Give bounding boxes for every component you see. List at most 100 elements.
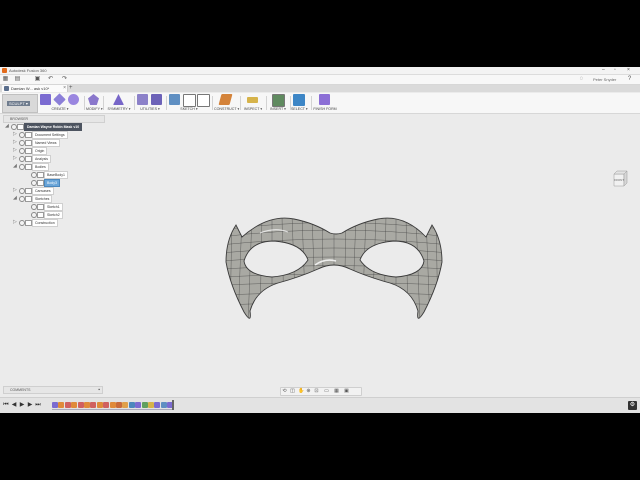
browser-node-label[interactable]: BaseBody1 [44, 171, 68, 179]
browser-node-label[interactable]: Body3 [44, 179, 60, 187]
play-icon[interactable]: ▶ [19, 402, 25, 408]
timeline-feature-icon[interactable] [135, 402, 142, 408]
construct-menu-label[interactable]: CONSTRUCT ▾ [214, 107, 239, 111]
browser-header[interactable]: BROWSER [3, 115, 105, 123]
browser-node-label[interactable]: Analysis [32, 155, 52, 163]
timeline-feature-icon[interactable] [64, 402, 71, 408]
expand-triangle-icon[interactable]: ▷ [13, 155, 17, 161]
browser-node-label[interactable]: Sketch2 [44, 211, 63, 219]
sketch-group[interactable]: SKETCH ▾ [168, 94, 210, 112]
orbit-icon[interactable]: ⟲ [282, 389, 287, 394]
browser-node-label[interactable]: Construction [32, 219, 58, 227]
utilities-group[interactable]: UTILITIES ▾ [136, 94, 164, 112]
inspect-measure-icon[interactable] [247, 97, 258, 103]
timeline-feature-icon[interactable] [103, 402, 110, 408]
select-group[interactable]: SELECT ▾ [291, 94, 308, 112]
timeline-feature-icon[interactable] [141, 402, 148, 408]
inspect-menu-label[interactable]: INSPECT ▾ [242, 107, 264, 111]
zoom-icon[interactable]: ⊕ [306, 389, 311, 394]
expand-triangle-icon[interactable]: ▷ [13, 139, 17, 145]
finish-form-group[interactable]: FINISH FORM [313, 94, 337, 112]
timeline-feature-icon[interactable] [71, 402, 78, 408]
add-comment-icon[interactable]: ▪ [98, 387, 100, 393]
insert-menu-label[interactable]: INSERT ▾ [268, 107, 288, 111]
viewport-canvas[interactable] [110, 115, 600, 413]
timeline-feature-icon[interactable] [116, 402, 122, 408]
save-icon[interactable]: ▣ [34, 76, 41, 83]
timeline-feature-icon[interactable] [58, 402, 65, 408]
expand-triangle-icon[interactable]: ▷ [13, 187, 17, 193]
select-cursor-icon[interactable] [293, 94, 305, 106]
expand-triangle-icon[interactable]: ▷ [13, 219, 17, 225]
browser-node-label[interactable]: Origin [32, 147, 48, 155]
insert-group[interactable]: INSERT ▾ [268, 94, 288, 112]
close-window-icon[interactable]: × [627, 67, 630, 74]
browser-node-label[interactable]: Bodies [32, 163, 49, 171]
minimize-icon[interactable]: – [602, 67, 605, 74]
arc-icon[interactable] [183, 94, 196, 107]
finish-form-icon[interactable] [319, 94, 330, 105]
display-settings-icon[interactable]: ▭ [324, 389, 329, 394]
utilities-menu-label[interactable]: UTILITIES ▾ [136, 107, 164, 111]
insert-image-icon[interactable] [272, 94, 285, 107]
sketch-menu-label[interactable]: SKETCH ▾ [168, 107, 210, 111]
pan-icon[interactable]: ✋ [298, 389, 304, 394]
expand-triangle-icon[interactable]: ▷ [13, 147, 17, 153]
view-cube[interactable]: FRONT [611, 170, 629, 188]
utilities-repair-icon[interactable] [151, 94, 162, 105]
comments-panel[interactable]: COMMENTS ▪ [3, 386, 103, 394]
browser-node-label[interactable]: Sketch1 [44, 203, 63, 211]
symmetry-menu-label[interactable]: SYMMETRY ▾ [106, 107, 132, 111]
new-tab-button[interactable]: + [69, 85, 73, 92]
look-at-icon[interactable]: ◫ [290, 389, 295, 394]
collapse-triangle-icon[interactable]: ◢ [5, 123, 9, 129]
close-tab-icon[interactable]: × [63, 85, 66, 92]
browser-node-label[interactable]: Named Views [32, 139, 60, 147]
browser-node-label[interactable]: Document Settings [32, 131, 68, 139]
expand-triangle-icon[interactable]: ▷ [13, 131, 17, 137]
create-plane-icon[interactable] [53, 93, 66, 106]
finish-form-label[interactable]: FINISH FORM [313, 107, 337, 111]
browser-node-label[interactable]: Canvases [32, 187, 54, 195]
modify-edit-form-icon[interactable] [88, 94, 99, 105]
symmetry-mirror-icon[interactable] [113, 94, 124, 105]
maximize-icon[interactable]: ▫ [614, 67, 616, 74]
create-menu-label[interactable]: CREATE ▾ [38, 107, 82, 111]
timeline-feature-icon[interactable] [160, 402, 167, 408]
mask-model[interactable] [220, 215, 450, 325]
document-tab[interactable]: Damian W... ask v10* × [2, 85, 68, 92]
inspect-group[interactable]: INSPECT ▾ [242, 94, 264, 112]
select-menu-label[interactable]: SELECT ▾ [291, 107, 308, 111]
rectangle-icon[interactable] [197, 94, 210, 107]
expand-triangle-icon[interactable]: ◢ [13, 195, 17, 201]
timeline-feature-icon[interactable] [128, 402, 135, 408]
utilities-display-mode-icon[interactable] [137, 94, 148, 105]
timeline-marker[interactable] [172, 400, 174, 410]
undo-icon[interactable]: ↶ [47, 76, 54, 83]
grid-settings-icon[interactable]: ▦ [334, 389, 339, 394]
step-back-icon[interactable]: ◀ [11, 402, 17, 408]
browser-node-label[interactable]: Sketches [32, 195, 53, 203]
timeline-feature-icon[interactable] [96, 402, 103, 408]
create-group[interactable]: CREATE ▾ [38, 93, 82, 112]
go-to-start-icon[interactable]: ⏮ [3, 402, 9, 408]
timeline-feature-icon[interactable] [109, 402, 116, 408]
modify-group[interactable]: MODIFY ▾ [86, 94, 103, 112]
timeline-feature-icon[interactable] [90, 402, 97, 408]
redo-icon[interactable]: ↷ [61, 76, 68, 83]
user-name[interactable]: Peter Snyder [593, 77, 616, 82]
timeline-feature-icon[interactable] [52, 402, 58, 408]
timeline-feature-icon[interactable] [122, 402, 129, 408]
timeline-feature-icon[interactable] [148, 402, 154, 408]
create-sphere-icon[interactable] [68, 94, 79, 105]
file-menu-icon[interactable]: ▤ [14, 76, 21, 83]
expand-triangle-icon[interactable]: ◢ [13, 163, 17, 169]
step-forward-icon[interactable]: ▶ [27, 402, 33, 408]
help-icon[interactable]: ◌ [578, 76, 585, 83]
construct-plane-icon[interactable] [218, 94, 233, 105]
create-sketch-icon[interactable] [169, 94, 180, 105]
help-question-icon[interactable]: ? [626, 76, 633, 83]
data-panel-grid-icon[interactable]: ▦ [2, 76, 9, 83]
go-to-end-icon[interactable]: ⏭ [35, 402, 41, 408]
workspace-switcher[interactable]: SCULPT ▾ [2, 94, 38, 113]
